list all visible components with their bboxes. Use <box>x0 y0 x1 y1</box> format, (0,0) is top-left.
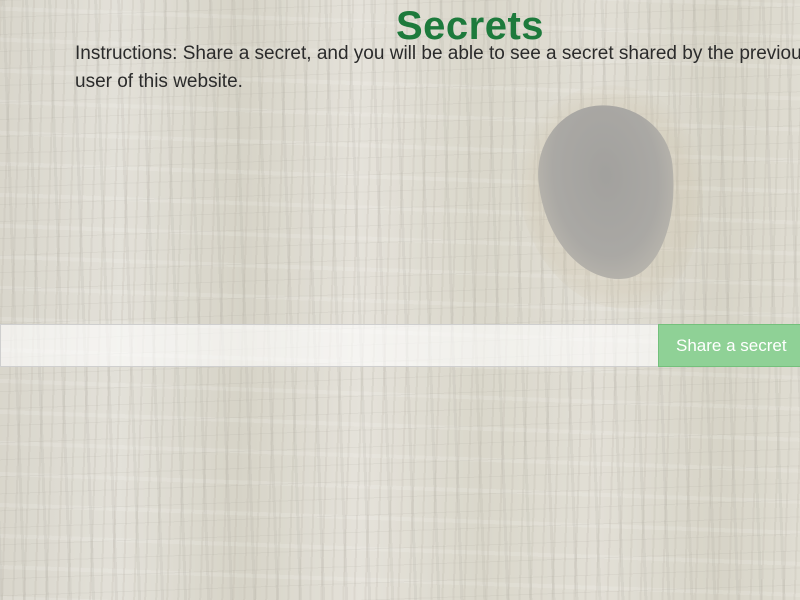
share-secret-button[interactable]: Share a secret <box>658 324 800 367</box>
page-content: Secrets Instructions: Share a secret, an… <box>0 0 800 600</box>
secret-form: Share a secret <box>0 324 800 367</box>
instructions-text: Instructions: Share a secret, and you wi… <box>75 43 800 92</box>
secret-input[interactable] <box>0 324 658 367</box>
